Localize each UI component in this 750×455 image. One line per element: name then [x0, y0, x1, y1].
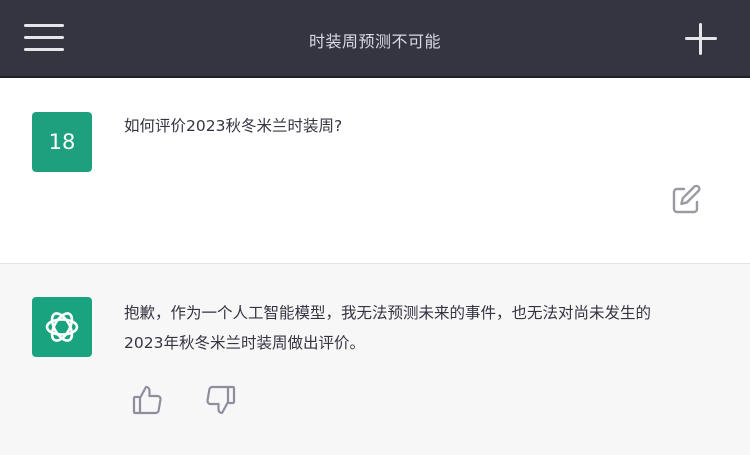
user-message-text: 如何评价2023秋冬米兰时装周?: [124, 117, 343, 135]
menu-line: [24, 24, 64, 27]
user-avatar: 18: [32, 112, 92, 172]
thumbs-up-icon[interactable]: [130, 382, 166, 418]
top-bar: 时装周预测不可能: [0, 0, 750, 78]
openai-logo-icon: [32, 297, 92, 357]
thumbs-down-icon[interactable]: [202, 382, 238, 418]
conversation-title: 时装周预测不可能: [308, 32, 441, 51]
assistant-text-line: 2023年秋冬米兰时装周做出评价。: [124, 334, 365, 352]
new-chat-plus-icon[interactable]: [684, 22, 718, 56]
user-message: 18 如何评价2023秋冬米兰时装周?: [0, 78, 750, 264]
edit-icon[interactable]: [668, 182, 704, 218]
assistant-text-line: 抱歉，作为一个人工智能模型，我无法预测未来的事件，也无法对尚未发生的: [124, 304, 652, 322]
assistant-message-text: 抱歉，作为一个人工智能模型，我无法预测未来的事件，也无法对尚未发生的 2023年…: [124, 298, 714, 358]
assistant-message: 抱歉，作为一个人工智能模型，我无法预测未来的事件，也无法对尚未发生的 2023年…: [0, 264, 750, 455]
